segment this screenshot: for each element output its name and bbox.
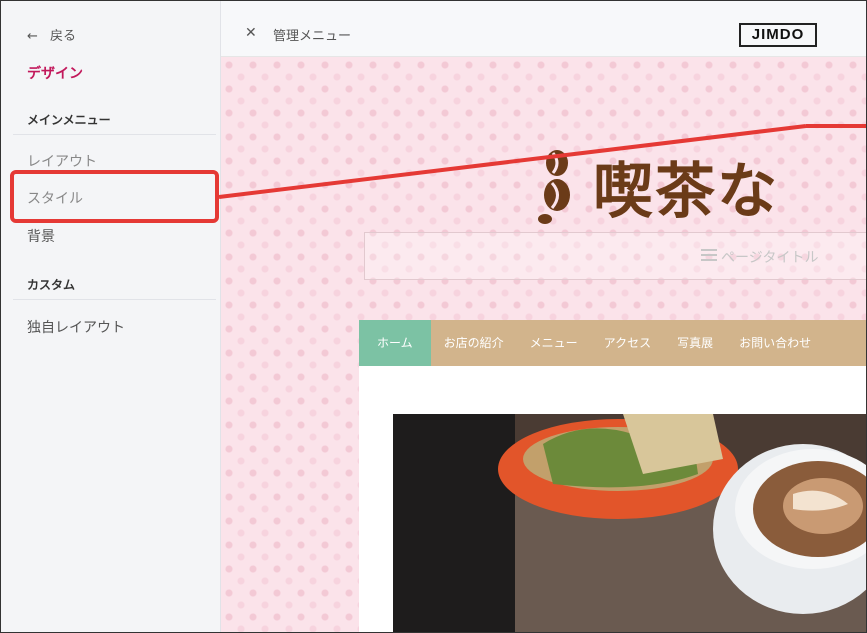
menu-item-access[interactable]: アクセス xyxy=(591,320,664,366)
site-navigation: ホーム お店の紹介 メニュー アクセス 写真展 お問い合わせ xyxy=(359,320,866,366)
hero-photo xyxy=(393,414,866,632)
menu-item-gallery[interactable]: 写真展 xyxy=(664,320,726,366)
site-title: 喫茶な xyxy=(593,157,779,227)
arrow-left-icon: ← xyxy=(27,29,38,44)
menu-item-menu[interactable]: メニュー xyxy=(517,320,591,366)
jimdo-logo: JIMDO xyxy=(739,23,817,47)
top-bar: ✕ 管理メニュー JIMDO xyxy=(221,1,866,57)
main-menu-label: メインメニュー xyxy=(27,113,111,127)
highlight-box xyxy=(10,170,219,223)
site-preview: 喫茶な ページタイトル ホーム お店の紹介 メニュー アクセス 写真展 お問い合… xyxy=(221,57,866,632)
sidebar-item-background[interactable]: 背景 xyxy=(27,226,55,246)
cafe-photo-image xyxy=(393,414,866,632)
back-label: 戻る xyxy=(50,29,77,44)
lines-icon xyxy=(701,249,717,261)
divider xyxy=(13,134,216,135)
menu-item-contact[interactable]: お問い合わせ xyxy=(726,320,824,366)
menu-item-about[interactable]: お店の紹介 xyxy=(431,320,517,366)
design-sidebar: ← 戻る デザイン メインメニュー レイアウト スタイル 背景 カスタム 独自レ… xyxy=(1,1,221,632)
close-icon[interactable]: ✕ xyxy=(245,25,257,41)
app-window: ← 戻る デザイン メインメニュー レイアウト スタイル 背景 カスタム 独自レ… xyxy=(0,0,867,633)
divider xyxy=(13,299,216,300)
admin-menu-title[interactable]: 管理メニュー xyxy=(273,25,351,44)
design-title: デザイン xyxy=(27,66,83,82)
page-title-placeholder: ページタイトル xyxy=(721,250,819,266)
menu-item-home[interactable]: ホーム xyxy=(359,320,431,366)
coffee-bean-icon xyxy=(538,150,570,224)
sidebar-item-custom-layout[interactable]: 独自レイアウト xyxy=(27,317,125,337)
custom-label: カスタム xyxy=(27,278,76,292)
sidebar-item-layout[interactable]: レイアウト xyxy=(27,151,97,171)
back-button[interactable]: ← 戻る xyxy=(27,25,76,44)
